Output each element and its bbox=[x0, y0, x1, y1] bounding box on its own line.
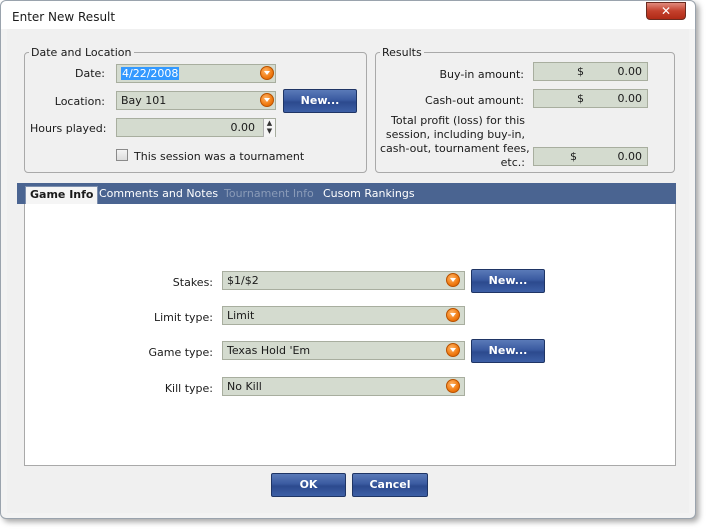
stakes-label: Stakes: bbox=[172, 276, 213, 289]
limit-type-dropdown[interactable]: Limit bbox=[222, 306, 465, 325]
new-stakes-button[interactable]: New... bbox=[471, 269, 545, 293]
profit-label: Total profit (loss) for this session, in… bbox=[380, 114, 530, 169]
tab-custom-rankings[interactable]: Cusom Rankings bbox=[323, 186, 415, 204]
cashout-value: 0.00 bbox=[617, 92, 643, 105]
hours-played-input[interactable]: 0.00 ▲ ▼ bbox=[116, 118, 276, 137]
tab-game-info[interactable]: Game Info bbox=[25, 186, 99, 204]
tournament-checkbox[interactable] bbox=[116, 149, 128, 161]
location-dropdown[interactable]: Bay 101 bbox=[116, 91, 276, 110]
buyin-input[interactable]: $ 0.00 bbox=[533, 62, 648, 81]
game-type-dropdown[interactable]: Texas Hold 'Em bbox=[222, 341, 465, 360]
chevron-down-icon[interactable] bbox=[446, 308, 460, 322]
tab-comments-and-notes[interactable]: Comments and Notes bbox=[99, 186, 218, 204]
chevron-down-icon[interactable] bbox=[446, 273, 460, 287]
stakes-value: $1/$2 bbox=[227, 274, 259, 287]
profit-value: 0.00 bbox=[617, 150, 643, 163]
cancel-button[interactable]: Cancel bbox=[352, 473, 428, 497]
results-legend: Results bbox=[382, 46, 422, 59]
new-location-button[interactable]: New... bbox=[283, 89, 357, 113]
close-icon: ✕ bbox=[660, 4, 672, 18]
location-value: Bay 101 bbox=[121, 94, 167, 107]
chevron-down-icon[interactable] bbox=[260, 93, 274, 107]
arrow-down-icon[interactable]: ▼ bbox=[264, 127, 275, 135]
hours-played-value: 0.00 bbox=[230, 121, 256, 134]
game-type-value: Texas Hold 'Em bbox=[227, 344, 311, 357]
arrow-up-icon[interactable]: ▲ bbox=[264, 119, 275, 127]
kill-type-dropdown[interactable]: No Kill bbox=[222, 377, 465, 396]
buyin-value: 0.00 bbox=[617, 65, 643, 78]
date-value: 4/22/2008 bbox=[121, 67, 180, 80]
cashout-label: Cash-out amount: bbox=[425, 94, 524, 107]
buyin-label: Buy-in amount: bbox=[439, 68, 524, 81]
new-game-type-button[interactable]: New... bbox=[471, 339, 545, 363]
date-dropdown[interactable]: 4/22/2008 bbox=[116, 64, 276, 83]
limit-type-label: Limit type: bbox=[153, 311, 213, 324]
chevron-down-icon[interactable] bbox=[260, 66, 274, 80]
hours-spinner[interactable]: ▲ ▼ bbox=[263, 119, 275, 137]
chevron-down-icon[interactable] bbox=[446, 343, 460, 357]
tournament-checkbox-label: This session was a tournament bbox=[134, 150, 305, 163]
date-location-legend: Date and Location bbox=[31, 46, 132, 59]
date-label: Date: bbox=[75, 67, 105, 80]
profit-currency: $ bbox=[570, 150, 577, 163]
location-label: Location: bbox=[54, 95, 105, 108]
window-title: Enter New Result bbox=[12, 10, 116, 24]
buyin-currency: $ bbox=[577, 65, 584, 78]
close-button[interactable]: ✕ bbox=[646, 2, 686, 20]
hours-played-label: Hours played: bbox=[30, 122, 107, 135]
game-info-panel bbox=[24, 204, 676, 466]
kill-type-value: No Kill bbox=[227, 380, 262, 393]
tab-tournament-info: Tournament Info bbox=[224, 187, 314, 200]
limit-type-value: Limit bbox=[227, 309, 255, 322]
profit-output: $ 0.00 bbox=[533, 147, 648, 166]
cashout-input[interactable]: $ 0.00 bbox=[533, 89, 648, 108]
kill-type-label: Kill type: bbox=[164, 382, 213, 395]
stakes-dropdown[interactable]: $1/$2 bbox=[222, 271, 465, 290]
ok-button[interactable]: OK bbox=[271, 473, 346, 497]
game-type-label: Game type: bbox=[148, 346, 213, 359]
chevron-down-icon[interactable] bbox=[446, 379, 460, 393]
cashout-currency: $ bbox=[577, 92, 584, 105]
